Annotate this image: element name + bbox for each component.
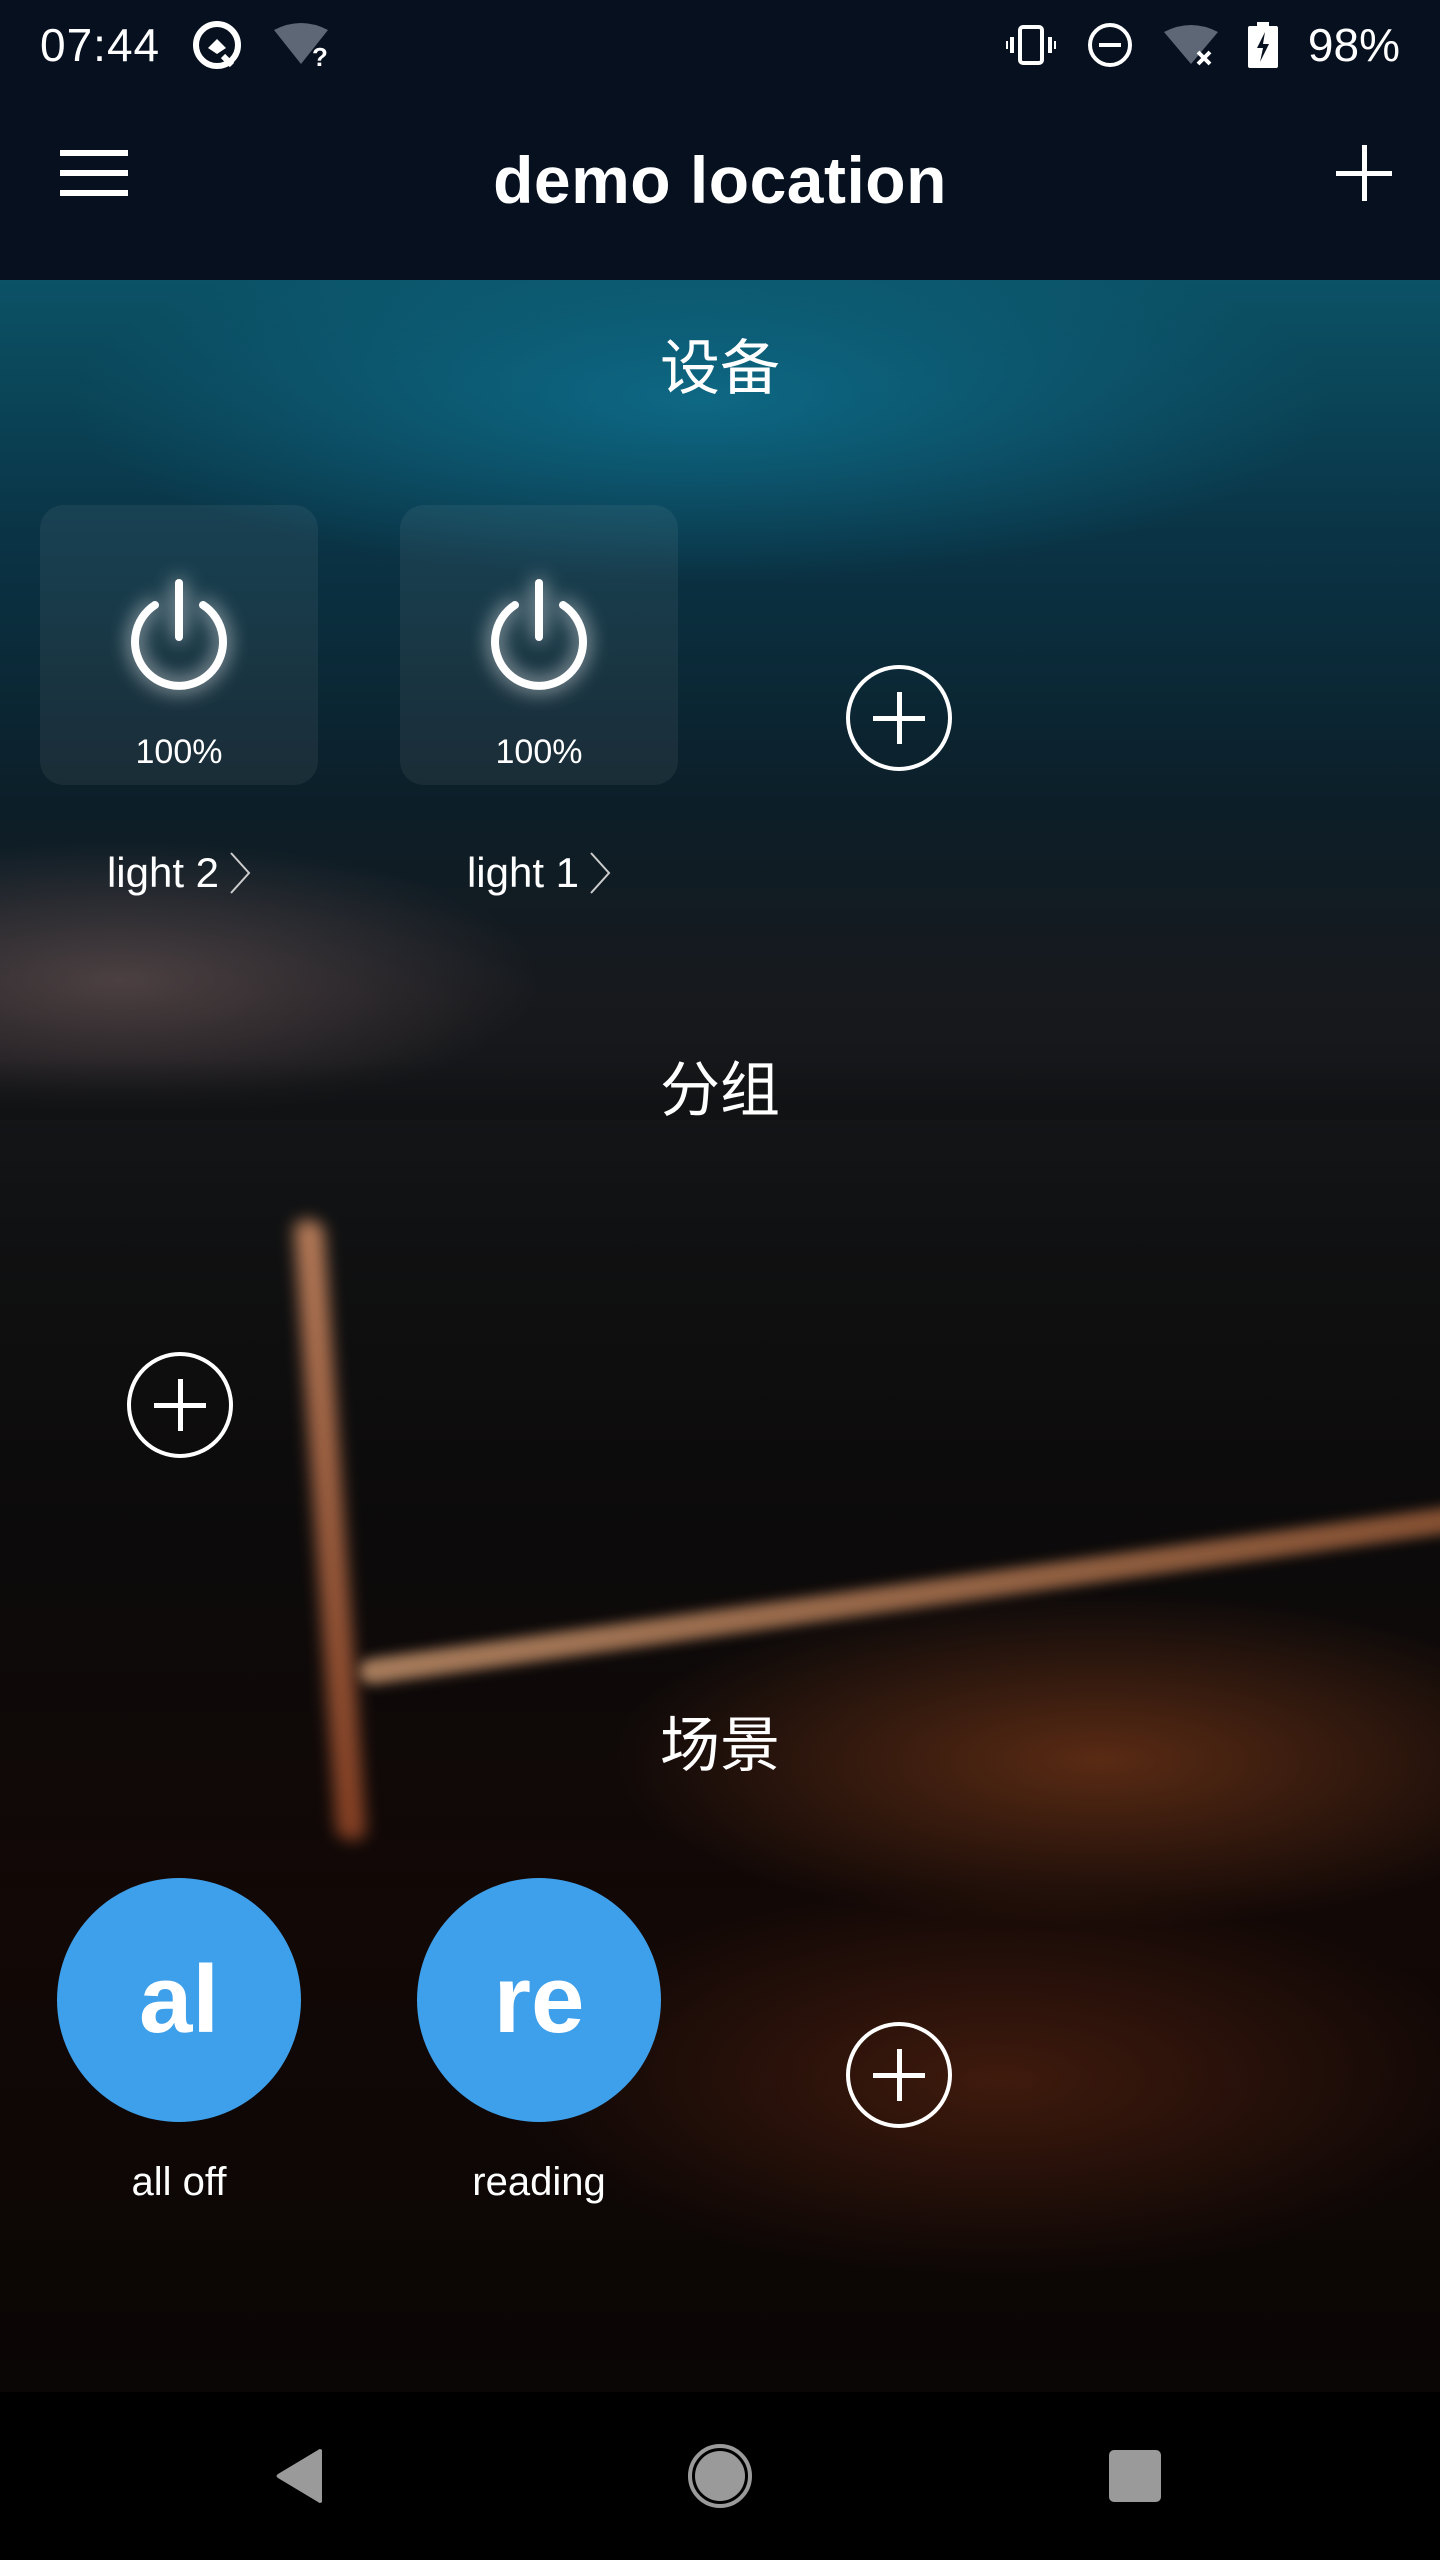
device-detail-link[interactable]: light 2 <box>40 849 318 897</box>
page-title: demo location <box>493 143 947 217</box>
power-icon <box>491 579 587 690</box>
device-toggle-button[interactable]: 100% <box>400 505 678 785</box>
app-bar: demo location <box>0 90 1440 280</box>
svg-text:?: ? <box>312 42 328 70</box>
scene-name: reading <box>472 2160 606 2204</box>
status-bar: 07:44 ? 98% <box>0 0 1440 90</box>
device-detail-link[interactable]: light 1 <box>400 849 678 897</box>
scene-activate-button[interactable]: re <box>417 1878 661 2122</box>
status-time: 07:44 <box>40 19 161 71</box>
scene-item: re reading <box>417 1878 661 2205</box>
recents-icon[interactable] <box>1095 2436 1175 2516</box>
back-icon[interactable] <box>260 2436 340 2516</box>
device-brightness: 100% <box>495 733 583 771</box>
wifi-unknown-icon: ? <box>274 20 334 70</box>
chevron-right-icon <box>590 852 611 894</box>
background-bridge-rail <box>358 1504 1440 1686</box>
device-name: light 2 <box>106 849 220 896</box>
battery-percent: 98% <box>1307 19 1400 71</box>
device-toggle-button[interactable]: 100% <box>40 505 318 785</box>
add-device-button[interactable] <box>846 665 952 771</box>
device-item: 100% light 1 <box>400 505 678 897</box>
devices-section-title: 设备 <box>660 335 780 402</box>
scene-activate-button[interactable]: al <box>57 1878 301 2122</box>
do-not-disturb-icon <box>1086 21 1134 69</box>
vibrate-icon <box>1005 25 1056 65</box>
scene-item: al all off <box>57 1878 301 2205</box>
add-group-button[interactable] <box>127 1352 233 1458</box>
scene-name: all off <box>131 2160 227 2204</box>
add-scene-button[interactable] <box>846 2022 952 2128</box>
device-item: 100% light 2 <box>40 505 318 897</box>
chevron-right-icon <box>230 852 251 894</box>
wifi-off-icon <box>1163 22 1218 68</box>
app-notification-icon <box>190 18 244 72</box>
system-nav-bar <box>0 2392 1440 2560</box>
scenes-section-title: 场景 <box>660 1712 780 1779</box>
home-icon[interactable] <box>680 2436 760 2516</box>
add-location-button[interactable] <box>1336 145 1392 201</box>
battery-charging-icon <box>1247 22 1278 68</box>
device-brightness: 100% <box>135 733 223 771</box>
device-name: light 1 <box>466 849 580 896</box>
groups-section-title: 分组 <box>660 1057 780 1124</box>
power-icon <box>131 579 227 690</box>
